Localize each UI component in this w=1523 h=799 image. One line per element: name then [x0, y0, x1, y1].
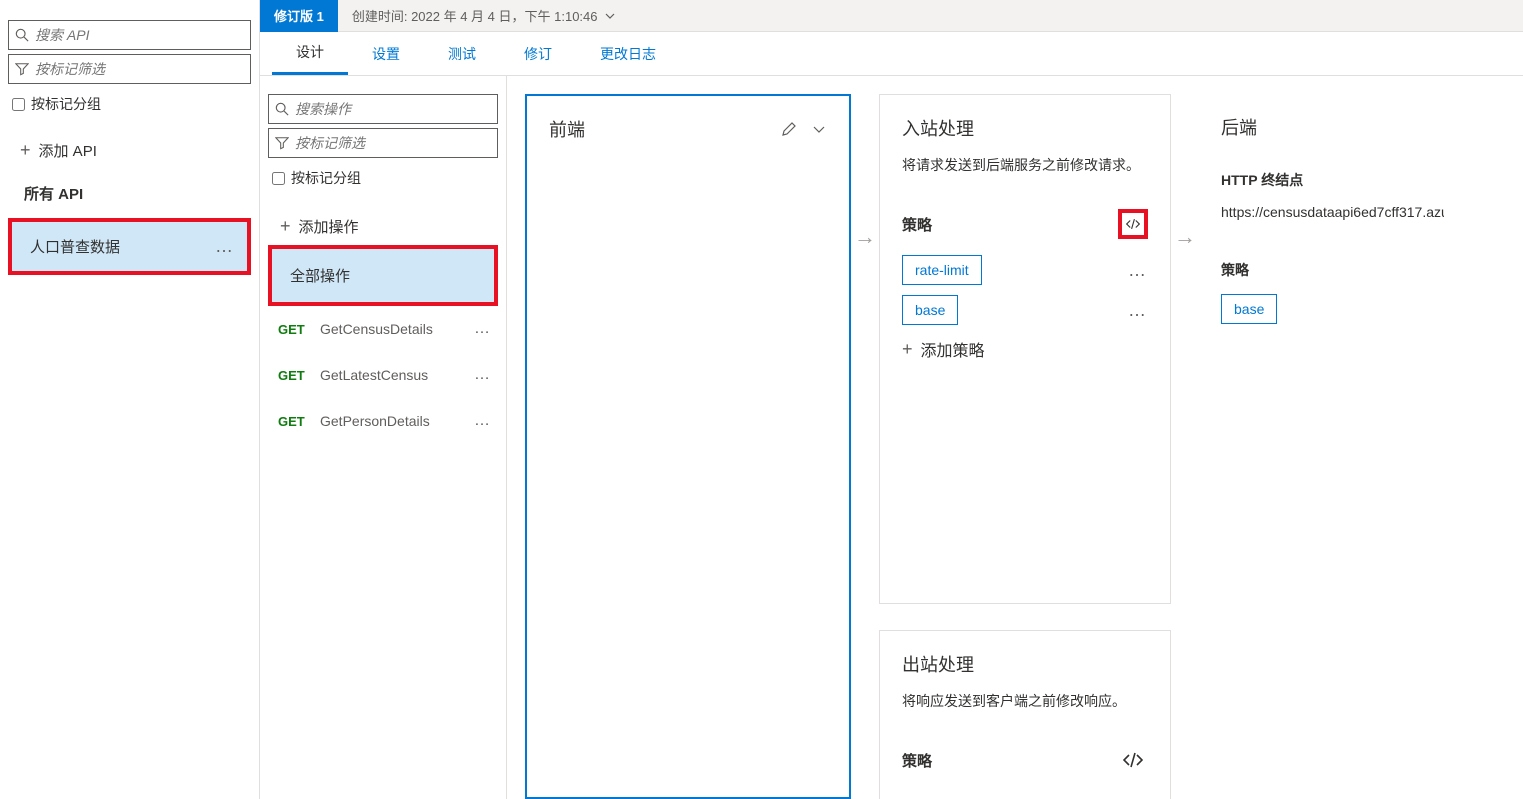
- op-method: GET: [278, 368, 320, 383]
- group-by-tag-ops[interactable]: 按标记分组: [272, 168, 498, 188]
- search-icon: [15, 28, 29, 42]
- add-inbound-policy-button[interactable]: + 添加策略: [902, 337, 1148, 361]
- policy-rate-limit[interactable]: rate-limit: [902, 255, 982, 285]
- filter-api-box[interactable]: [8, 54, 251, 84]
- op-menu[interactable]: …: [474, 320, 492, 338]
- tabs: 设计 设置 测试 修订 更改日志: [260, 32, 1523, 76]
- tab-changelog[interactable]: 更改日志: [576, 32, 680, 75]
- policy-menu[interactable]: …: [1128, 300, 1148, 321]
- group-by-tag-api[interactable]: 按标记分组: [12, 94, 251, 114]
- add-policy-label: 添加策略: [921, 337, 985, 361]
- created-time[interactable]: 创建时间: 2022 年 4 月 4 日，下午 1:10:46: [338, 6, 630, 25]
- group-by-tag-api-label: 按标记分组: [31, 94, 101, 114]
- group-by-tag-ops-checkbox[interactable]: [272, 172, 285, 185]
- inbound-code-editor-button[interactable]: [1118, 209, 1148, 239]
- top-bar: 修订版 1 创建时间: 2022 年 4 月 4 日，下午 1:10:46: [260, 0, 1523, 32]
- op-name: GetPersonDetails: [320, 413, 474, 429]
- outbound-desc: 将响应发送到客户端之前修改响应。: [902, 691, 1148, 711]
- filter-api-input[interactable]: [35, 61, 244, 77]
- filter-ops-input[interactable]: [295, 135, 491, 151]
- revision-badge[interactable]: 修订版 1: [260, 0, 338, 32]
- backend-policies-label: 策略: [1221, 260, 1444, 280]
- backend-endpoint-label: HTTP 终结点: [1221, 170, 1444, 190]
- tab-design[interactable]: 设计: [272, 32, 348, 75]
- frontend-title: 前端: [549, 116, 585, 142]
- tab-revisions[interactable]: 修订: [500, 32, 576, 75]
- main-area: 修订版 1 创建时间: 2022 年 4 月 4 日，下午 1:10:46 设计…: [260, 0, 1523, 799]
- api-item-label: 人口普查数据: [30, 236, 120, 257]
- code-icon: [1123, 752, 1143, 768]
- arrow-icon: →: [851, 94, 879, 250]
- outbound-card: 出站处理 将响应发送到客户端之前修改响应。 策略: [879, 630, 1171, 799]
- tab-settings[interactable]: 设置: [348, 32, 424, 75]
- search-api-input[interactable]: [35, 27, 244, 43]
- op-menu[interactable]: …: [474, 412, 492, 430]
- inbound-policies-label: 策略: [902, 214, 932, 235]
- backend-title: 后端: [1221, 114, 1257, 140]
- op-method: GET: [278, 322, 320, 337]
- outbound-policies-label: 策略: [902, 750, 932, 771]
- search-ops-input[interactable]: [295, 101, 491, 117]
- operation-row[interactable]: GET GetPersonDetails …: [268, 398, 498, 444]
- search-ops-box[interactable]: [268, 94, 498, 124]
- arrow-icon: →: [1171, 94, 1199, 250]
- design-surface: 前端 → 入站处理 将请求发送到后端服务之前修改请求。 策略: [507, 76, 1523, 799]
- outbound-title: 出站处理: [902, 651, 974, 677]
- group-by-tag-api-checkbox[interactable]: [12, 98, 25, 111]
- backend-endpoint-url: https://censusdataapi6ed7cff317.azurew: [1221, 204, 1444, 220]
- op-name: GetLatestCensus: [320, 367, 474, 383]
- operations-column: 按标记分组 + 添加操作 全部操作 GET GetCensusDetails ……: [260, 76, 507, 799]
- op-menu[interactable]: …: [474, 366, 492, 384]
- plus-icon: +: [280, 216, 291, 237]
- inbound-desc: 将请求发送到后端服务之前修改请求。: [902, 155, 1148, 175]
- plus-icon: +: [902, 339, 913, 360]
- add-api-button[interactable]: + 添加 API: [8, 132, 251, 169]
- created-time-text: 创建时间: 2022 年 4 月 4 日，下午 1:10:46: [352, 6, 598, 25]
- policy-menu[interactable]: …: [1128, 260, 1148, 281]
- filter-icon: [15, 62, 29, 76]
- api-item-menu[interactable]: …: [215, 236, 235, 257]
- filter-ops-box[interactable]: [268, 128, 498, 158]
- policy-row: rate-limit …: [902, 255, 1148, 285]
- all-apis-item[interactable]: 所有 API: [8, 169, 251, 218]
- outbound-code-editor-button[interactable]: [1118, 745, 1148, 775]
- policy-base-backend[interactable]: base: [1221, 294, 1277, 324]
- code-icon: [1126, 216, 1140, 232]
- content: 按标记分组 + 添加操作 全部操作 GET GetCensusDetails ……: [260, 76, 1523, 799]
- policy-row: base: [1221, 294, 1444, 324]
- operation-row[interactable]: GET GetCensusDetails …: [268, 306, 498, 352]
- api-item-census[interactable]: 人口普查数据 …: [8, 218, 251, 275]
- inbound-title: 入站处理: [902, 115, 974, 141]
- frontend-card: 前端: [525, 94, 851, 799]
- filter-icon: [275, 136, 289, 150]
- op-name: GetCensusDetails: [320, 321, 474, 337]
- backend-card: 后端 HTTP 终结点 https://censusdataapi6ed7cff…: [1199, 94, 1466, 799]
- search-icon: [275, 102, 289, 116]
- add-api-label: 添加 API: [39, 140, 97, 161]
- group-by-tag-ops-label: 按标记分组: [291, 168, 361, 188]
- chevron-down-icon: [604, 10, 616, 22]
- operation-row[interactable]: GET GetLatestCensus …: [268, 352, 498, 398]
- policy-base[interactable]: base: [902, 295, 958, 325]
- inbound-card: 入站处理 将请求发送到后端服务之前修改请求。 策略 rate-limit …: [879, 94, 1171, 604]
- search-api-box[interactable]: [8, 20, 251, 50]
- edit-icon[interactable]: [781, 121, 797, 137]
- op-method: GET: [278, 414, 320, 429]
- add-operation-button[interactable]: + 添加操作: [268, 208, 498, 245]
- tab-test[interactable]: 测试: [424, 32, 500, 75]
- add-operation-label: 添加操作: [299, 216, 359, 237]
- pipeline-column: 入站处理 将请求发送到后端服务之前修改请求。 策略 rate-limit …: [879, 94, 1171, 799]
- chevron-down-icon[interactable]: [811, 121, 827, 137]
- all-operations-item[interactable]: 全部操作: [268, 245, 498, 306]
- policy-row: base …: [902, 295, 1148, 325]
- plus-icon: +: [20, 140, 31, 161]
- api-sidebar: 按标记分组 + 添加 API 所有 API 人口普查数据 …: [0, 0, 260, 799]
